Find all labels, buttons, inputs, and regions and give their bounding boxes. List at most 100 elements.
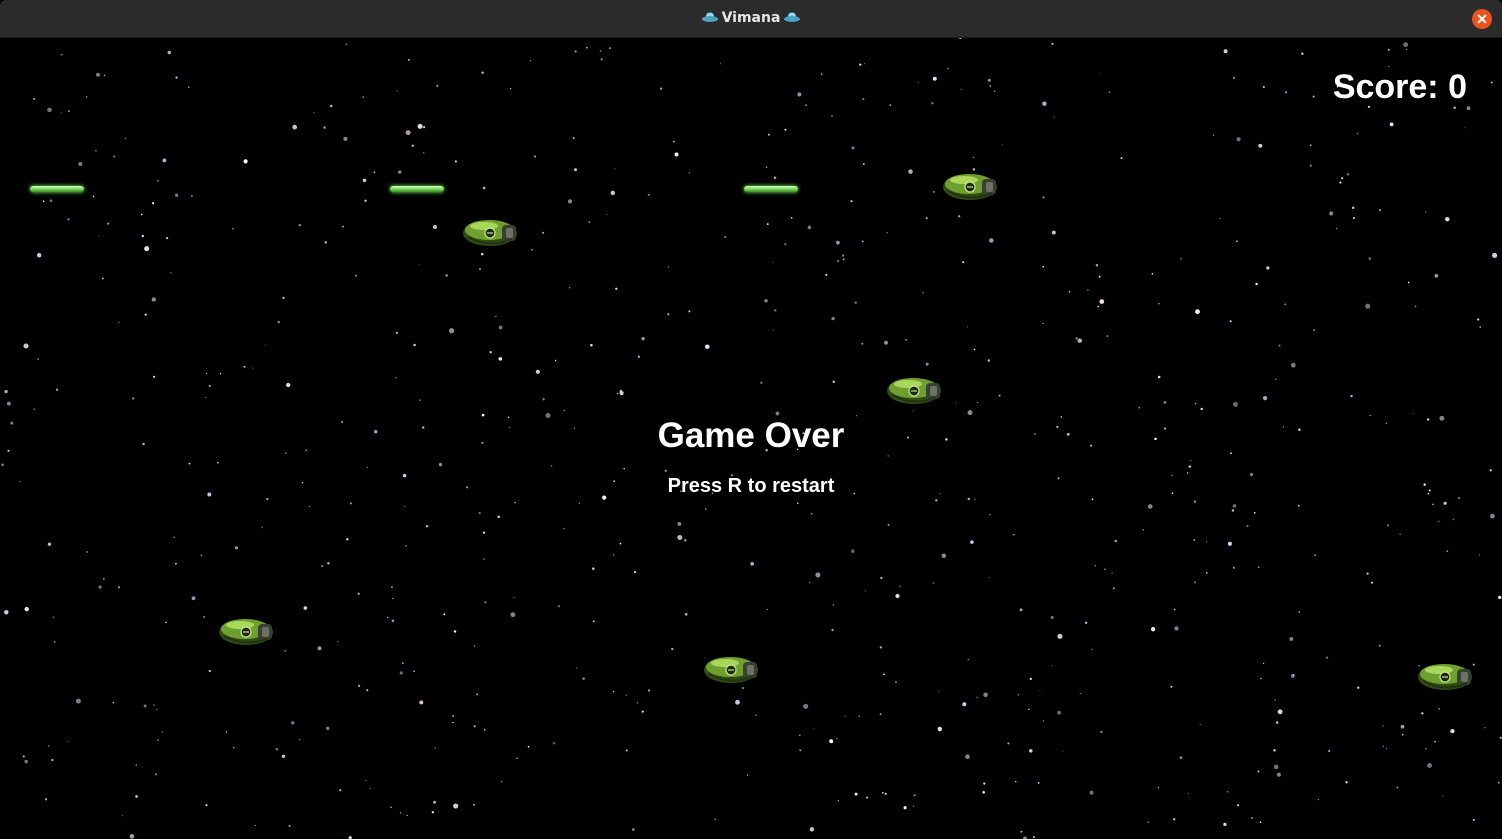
star: [1186, 472, 1189, 474]
window-title: Vimana: [0, 0, 1502, 37]
star: [784, 242, 787, 246]
star: [36, 253, 42, 258]
star: [121, 815, 124, 817]
star: [886, 231, 888, 234]
star: [281, 754, 286, 758]
star: [261, 526, 264, 529]
star: [1400, 724, 1405, 729]
star: [775, 411, 780, 416]
enemy-ship: [462, 219, 518, 247]
star: [1328, 749, 1331, 753]
star: [1352, 217, 1355, 220]
ufo-icon: [784, 12, 801, 22]
star: [958, 215, 961, 218]
star: [660, 87, 663, 90]
star: [4, 610, 9, 615]
star: [841, 254, 845, 257]
star: [998, 394, 1001, 397]
star: [1091, 648, 1093, 651]
game-canvas[interactable]: Score: 0 Game Over Press R to restart: [0, 38, 1502, 839]
star: [103, 74, 106, 77]
star: [925, 217, 928, 220]
star: [208, 669, 211, 673]
star: [535, 369, 541, 374]
star: [161, 731, 164, 733]
star: [1051, 665, 1053, 667]
star: [774, 309, 777, 312]
star: [254, 825, 256, 827]
star: [362, 178, 367, 183]
score-display: Score: 0: [1332, 68, 1467, 106]
star: [1173, 608, 1176, 611]
star: [552, 742, 556, 745]
star: [925, 362, 929, 366]
star: [151, 297, 156, 302]
star: [976, 696, 978, 699]
star: [1262, 85, 1265, 89]
star: [1195, 309, 1200, 315]
star: [219, 373, 222, 375]
star: [60, 53, 63, 56]
star: [684, 612, 688, 616]
star: [1108, 91, 1111, 94]
star: [403, 505, 406, 508]
star: [987, 78, 991, 83]
star: [1442, 795, 1444, 797]
star: [1179, 756, 1183, 760]
star: [51, 758, 54, 762]
window-title-text: Vimana: [721, 10, 781, 26]
star: [578, 502, 580, 504]
star: [413, 670, 415, 673]
close-button[interactable]: ✕: [1472, 9, 1492, 29]
star: [49, 199, 53, 203]
star: [275, 747, 279, 751]
star: [175, 562, 177, 565]
star: [1365, 303, 1371, 309]
star: [162, 158, 167, 163]
star: [23, 343, 29, 349]
star: [1068, 291, 1071, 293]
star: [1163, 400, 1167, 404]
star: [1407, 281, 1410, 284]
star: [829, 739, 834, 744]
star: [53, 641, 56, 643]
star: [637, 355, 640, 358]
star: [1091, 498, 1094, 501]
star: [42, 200, 45, 203]
star: [1434, 273, 1439, 278]
star: [1095, 263, 1099, 267]
star: [1425, 747, 1427, 750]
star: [1042, 720, 1045, 722]
star: [118, 321, 120, 323]
star: [592, 620, 595, 623]
star: [1273, 749, 1276, 752]
star: [798, 734, 801, 737]
star: [473, 645, 476, 647]
star: [206, 373, 208, 375]
star: [453, 803, 459, 809]
star: [418, 263, 420, 265]
star: [1382, 725, 1384, 727]
star: [825, 273, 828, 276]
star: [1037, 782, 1040, 784]
star: [1382, 745, 1384, 748]
star: [510, 87, 512, 90]
star: [1042, 196, 1045, 199]
star: [431, 811, 434, 814]
star: [592, 567, 595, 570]
star: [234, 546, 239, 550]
star: [610, 190, 616, 196]
star: [590, 343, 593, 347]
star: [1412, 412, 1414, 414]
star: [1147, 821, 1150, 824]
star: [616, 392, 619, 395]
star: [988, 577, 990, 579]
star: [1255, 282, 1258, 286]
star: [1260, 677, 1262, 680]
star: [772, 261, 774, 263]
star: [993, 90, 996, 93]
star: [724, 236, 727, 238]
star: [704, 508, 707, 510]
star: [103, 578, 105, 580]
star: [1100, 73, 1102, 75]
